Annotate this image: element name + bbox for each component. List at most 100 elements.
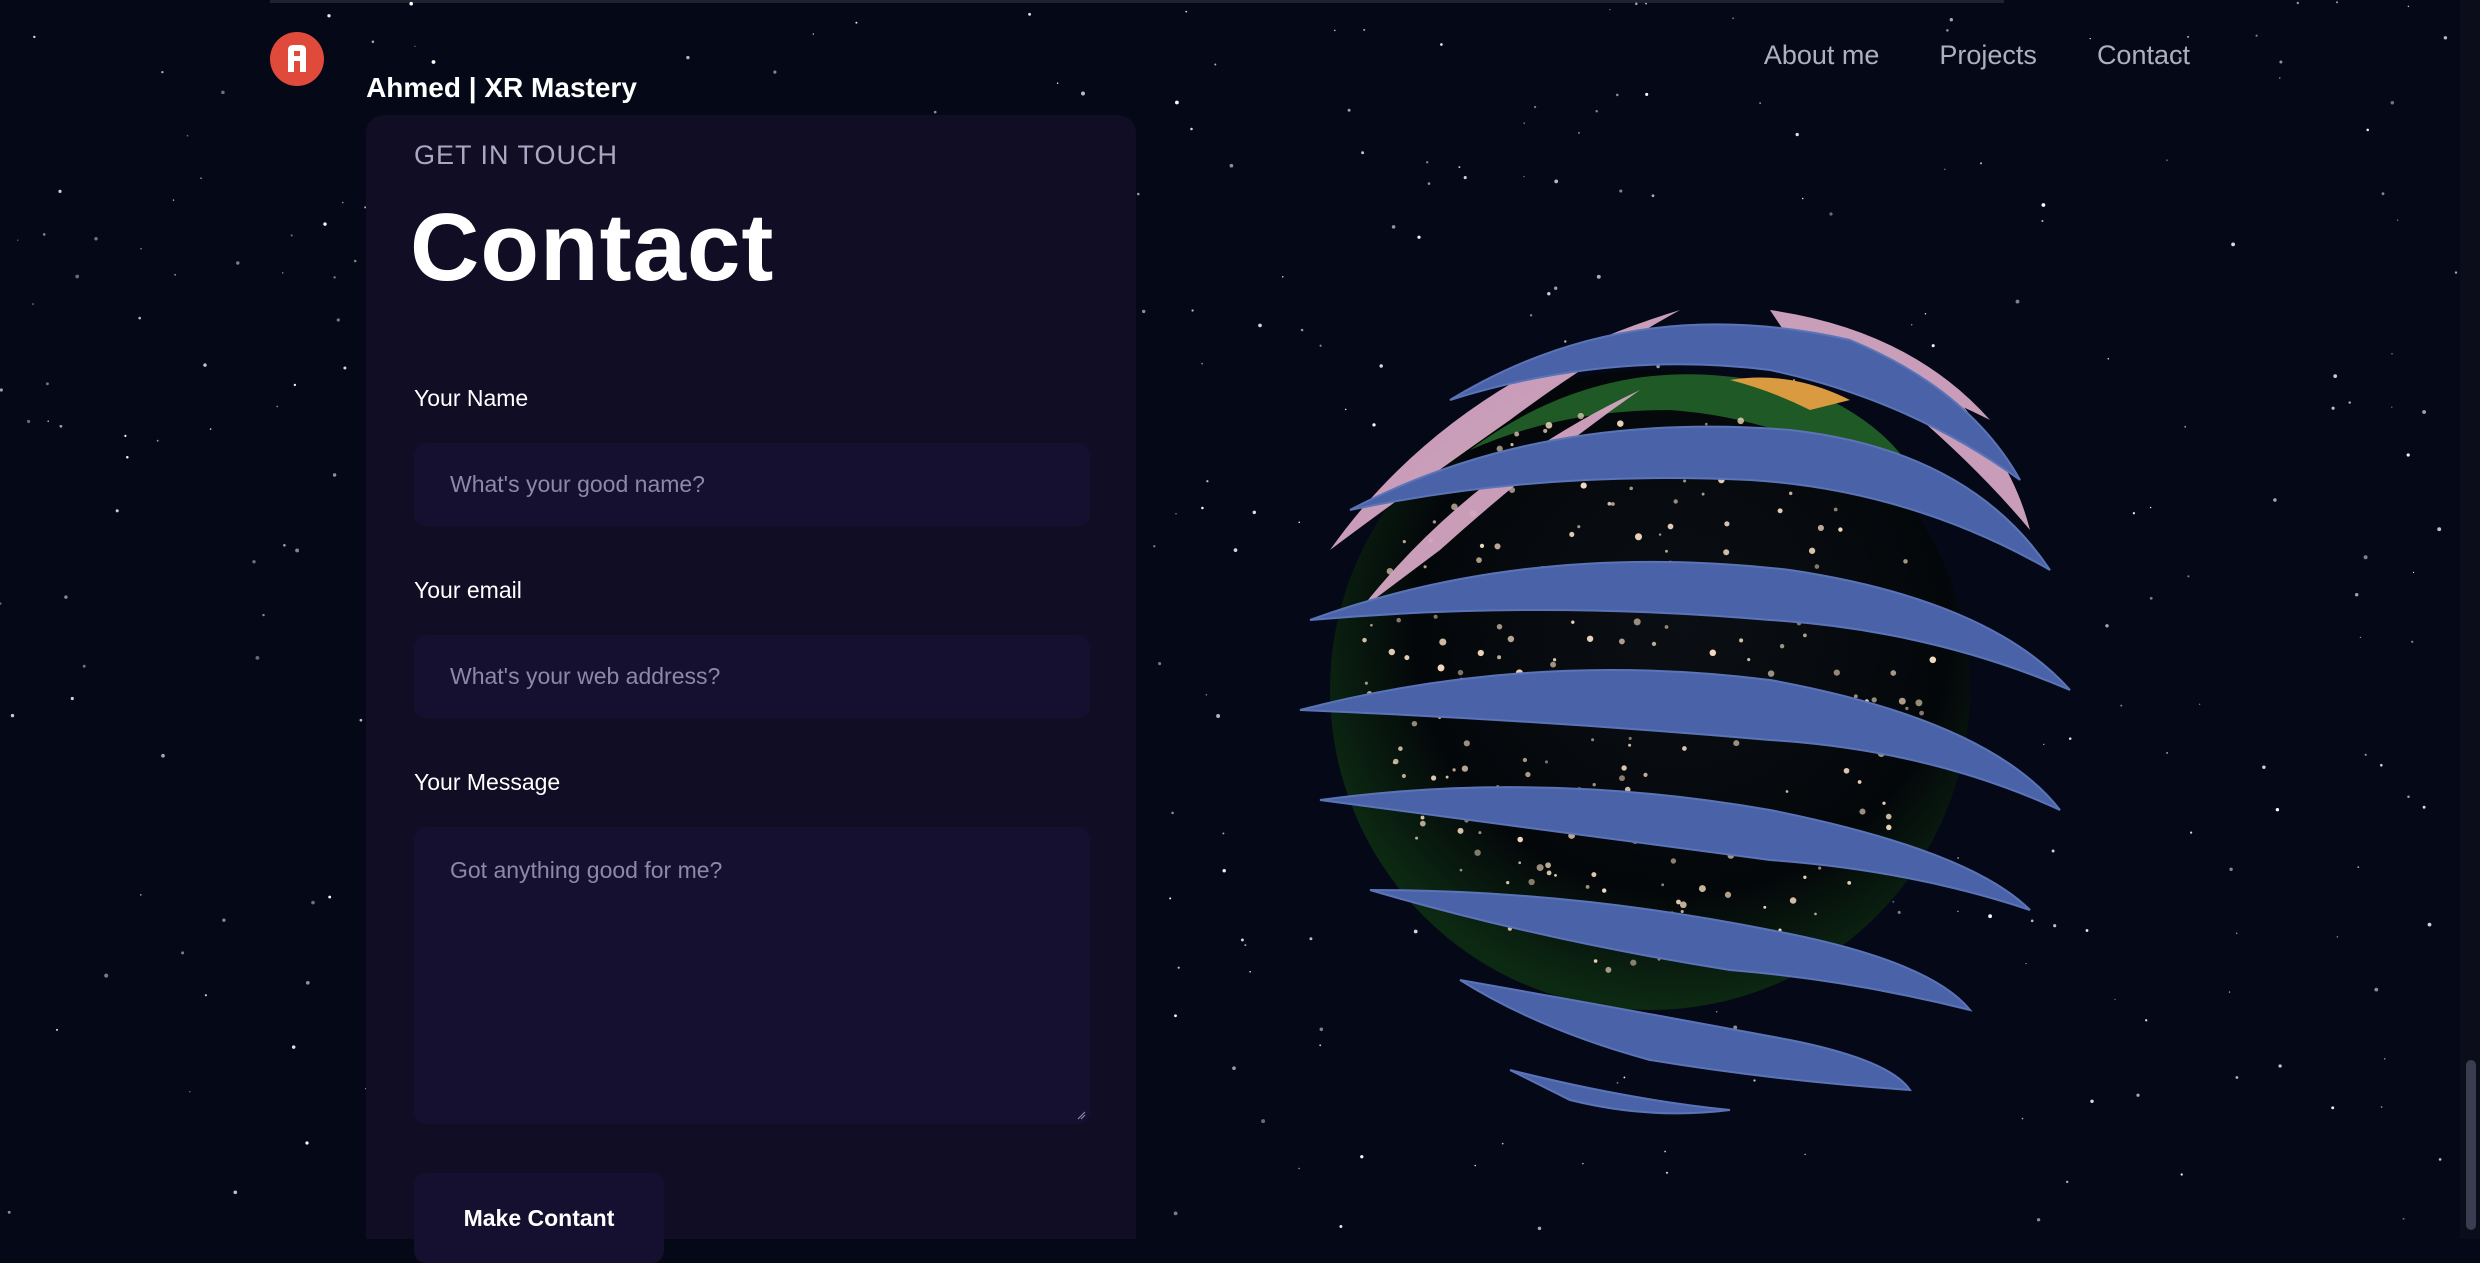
star-dot [328,895,332,899]
city-light-dot [1777,508,1783,514]
star-dot [1417,235,1421,239]
city-light-dot [1747,658,1751,662]
contact-card: GET IN TOUCH Contact Your Name What's yo… [366,115,1136,1263]
city-light-dot [1857,780,1862,784]
city-light-dot [1779,644,1785,649]
star-dot [17,239,19,241]
city-light-dot [1522,757,1528,763]
city-light-dot [1543,428,1548,433]
star-dot [1474,1164,1476,1167]
city-light-dot [1890,670,1897,676]
city-light-dot [1808,547,1816,554]
city-light-dot [1457,827,1464,834]
star-dot [209,428,212,430]
star-dot [1229,163,1234,168]
star-dot [291,1045,296,1049]
star-dot [58,189,62,193]
star-dot [222,918,226,922]
star-dot [47,420,49,423]
city-light-dot [1664,625,1669,629]
star-dot [2262,765,2266,769]
city-light-dot [1571,620,1575,624]
star-dot [1463,176,1467,180]
city-light-dot [1437,664,1445,672]
star-dot [2235,932,2238,935]
star-dot [104,973,109,978]
city-light-dot [1847,881,1852,885]
city-light-dot [1767,670,1775,677]
star-dot [1458,166,1461,169]
star-dot [1153,545,1156,548]
star-dot [94,237,98,241]
nav-links: About me Projects Contact [1764,40,2190,71]
city-light-dot [1704,422,1708,426]
city-light-dot [1420,815,1425,820]
star-dot [138,316,141,320]
star-dot [1298,1167,1300,1170]
logo-icon[interactable] [270,32,324,86]
email-placeholder: What's your web address? [450,663,721,689]
star-dot [359,718,363,722]
star-dot [2391,406,2393,408]
star-dot [7,1210,11,1214]
star-dot [333,276,336,279]
message-textarea[interactable]: Got anything good for me? [414,827,1090,1124]
email-input[interactable]: What's your web address? [414,635,1090,718]
star-dot [2331,1106,2335,1110]
star-dot [1578,132,1580,134]
star-dot [233,1190,238,1195]
star-dot [2180,1173,2183,1176]
city-light-dot [1785,790,1789,793]
submit-button[interactable]: Make Contant [414,1173,664,1263]
nav-about-me[interactable]: About me [1764,40,1880,71]
city-light-dot [1905,706,1909,711]
city-light-dot [1546,870,1552,876]
city-light-dot [1803,633,1807,638]
star-dot [305,980,310,985]
brand-first-name: Ahmed [366,72,461,103]
brand-tagline: | XR Mastery [460,72,637,103]
city-light-dot [1621,765,1627,771]
city-light-dot [1628,743,1632,747]
city-light-dot [1514,431,1520,437]
star-dot [2198,703,2201,706]
star-dot [1391,225,1396,229]
city-light-dot [1701,492,1705,496]
city-light-dot [1651,641,1657,647]
star-dot [161,753,165,758]
email-label: Your email [414,577,522,603]
city-light-dot [1388,648,1396,656]
nav-contact[interactable]: Contact [2097,40,2190,71]
star-dot [276,405,278,408]
star-dot [1177,966,1180,969]
earth-globe-icon[interactable] [1210,250,2090,1130]
city-light-dot [1724,891,1732,898]
star-dot [156,439,159,442]
star-dot [1979,162,1983,165]
star-dot [2090,1099,2094,1104]
nav-projects[interactable]: Projects [1939,40,2037,71]
city-light-dot [1814,564,1820,569]
city-light-dot [1463,740,1470,747]
star-dot [2187,575,2190,578]
city-light-dot [1833,669,1840,676]
city-light-dot [1628,736,1632,740]
scrollbar-thumb[interactable] [2466,1060,2476,1230]
city-light-dot [1919,710,1924,716]
city-light-dot [1618,638,1625,645]
page-scrollbar[interactable] [2460,0,2480,1239]
resize-grip-icon[interactable] [1076,1110,1086,1120]
city-light-dot [1457,669,1464,676]
city-light-dot [1415,836,1419,840]
star-dot [2132,512,2136,515]
star-dot [1664,1150,1666,1153]
star-dot [2380,763,2383,767]
city-light-dot [1506,880,1510,885]
city-light-dot [1517,836,1523,843]
city-light-dot [1882,801,1886,805]
city-light-dot [1452,768,1456,772]
star-dot [2145,1019,2148,1022]
name-input[interactable]: What's your good name? [414,443,1090,526]
star-dot [2273,498,2277,502]
star-dot [0,602,2,605]
